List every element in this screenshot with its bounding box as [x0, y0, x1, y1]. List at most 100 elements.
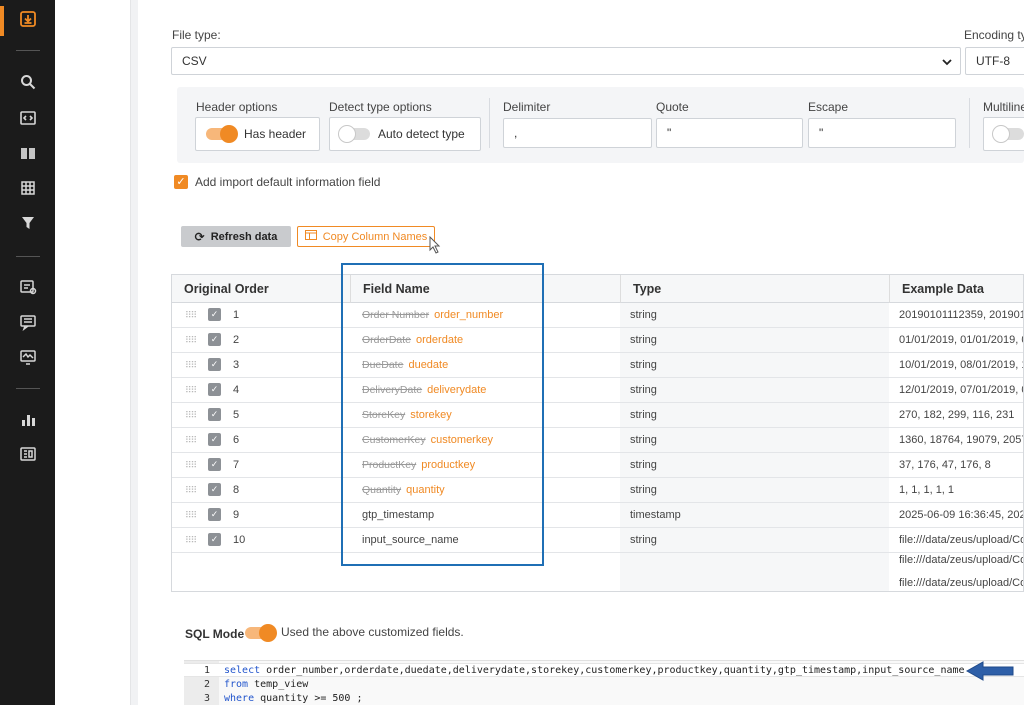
row-order: 10: [233, 534, 246, 546]
type-cell[interactable]: string: [630, 453, 657, 477]
type-cell[interactable]: string: [630, 378, 657, 402]
sql-mode-toggle[interactable]: [245, 624, 277, 642]
drag-handle-icon[interactable]: ⠿⠿: [185, 353, 197, 377]
content-gutter: [55, 0, 130, 705]
example-continuation: file:///data/zeus/upload/Co: [899, 554, 1024, 566]
type-cell[interactable]: string: [630, 528, 657, 552]
example-cell: 20190101112359, 201901: [899, 309, 1024, 321]
report-icon[interactable]: [14, 442, 42, 466]
row-order: 4: [233, 384, 240, 396]
drag-handle-icon[interactable]: ⠿⠿: [185, 478, 197, 502]
nav-separator: [16, 50, 40, 51]
funnel-icon[interactable]: [14, 211, 42, 235]
drag-handle-icon[interactable]: ⠿⠿: [185, 453, 197, 477]
sql-editor[interactable]: 1 select order_number,orderdate,duedate,…: [184, 660, 1024, 705]
options-divider: [489, 98, 490, 148]
workflow-icon[interactable]: [14, 275, 42, 299]
type-cell[interactable]: string: [630, 303, 657, 327]
copy-column-names-button[interactable]: Copy Column Names: [297, 226, 435, 247]
drag-handle-icon[interactable]: ⠿⠿: [185, 303, 197, 327]
multiline-label: Multiline: [983, 100, 1024, 114]
table-row[interactable]: ⠿⠿ ✓ 7 ProductKey productkey string 37, 176, 4…: [172, 453, 1023, 478]
refresh-data-button[interactable]: ⟳ Refresh data: [181, 226, 291, 247]
row-order: 9: [233, 509, 240, 521]
left-nav: [0, 0, 55, 705]
example-cell: 01/01/2019, 01/01/2019, 0: [899, 334, 1024, 346]
fields-table: Original Order Field Name Type Example D…: [171, 274, 1024, 592]
table-row[interactable]: ⠿⠿ ✓ 1 Order Number order_number string 201901…: [172, 303, 1024, 328]
row-checkbox[interactable]: ✓: [208, 383, 221, 396]
columns-icon: [304, 230, 317, 243]
type-cell[interactable]: string: [630, 403, 657, 427]
type-cell[interactable]: string: [630, 428, 657, 452]
col-original-order[interactable]: Original Order: [172, 275, 350, 303]
table-row[interactable]: ⠿⠿ ✓ 2 OrderDate orderdate string 01/01/2019, …: [172, 328, 1024, 353]
nav-separator: [16, 256, 40, 257]
drag-handle-icon[interactable]: ⠿⠿: [185, 428, 197, 452]
type-cell[interactable]: string: [630, 353, 657, 377]
nav-active-indicator: [0, 6, 4, 36]
book-icon[interactable]: [14, 141, 42, 165]
table-row[interactable]: ⠿⠿ ✓ 6 CustomerKey customerkey string 1360, 18…: [172, 428, 1023, 453]
mouse-cursor-icon: [428, 235, 444, 257]
type-cell[interactable]: string: [630, 478, 657, 502]
import-default-checkbox[interactable]: ✓: [174, 175, 188, 189]
type-cell[interactable]: string: [630, 328, 657, 352]
row-order: 7: [233, 459, 240, 471]
delimiter-input[interactable]: ,: [503, 118, 652, 148]
chevron-down-icon: [942, 57, 952, 69]
escape-value: ": [819, 126, 824, 140]
col-example-data[interactable]: Example Data: [889, 275, 1023, 303]
row-checkbox[interactable]: ✓: [208, 408, 221, 421]
quote-input[interactable]: ": [656, 118, 803, 148]
escape-input[interactable]: ": [808, 118, 956, 148]
quote-label: Quote: [656, 100, 689, 114]
auto-detect-toggle[interactable]: Auto detect type: [329, 117, 481, 151]
delimiter-label: Delimiter: [503, 100, 551, 114]
row-checkbox[interactable]: ✓: [208, 358, 221, 371]
file-type-select[interactable]: CSV: [171, 47, 961, 75]
example-cell: 37, 176, 47, 176, 8: [899, 459, 991, 471]
example-cell: 12/01/2019, 07/01/2019, 0: [899, 384, 1024, 396]
table-row[interactable]: ⠿⠿ ✓ 8 Quantity quantity string 1, 1, 1, 1, 1: [172, 478, 1023, 503]
row-checkbox[interactable]: ✓: [208, 333, 221, 346]
row-checkbox[interactable]: ✓: [208, 533, 221, 546]
encoding-value: UTF-8: [976, 54, 1010, 68]
code-icon[interactable]: [14, 106, 42, 130]
file-type-label: File type:: [172, 28, 221, 42]
header-options-label: Header options: [196, 100, 278, 114]
monitor-icon[interactable]: [14, 345, 42, 369]
row-checkbox[interactable]: ✓: [208, 433, 221, 446]
multiline-toggle[interactable]: [983, 117, 1024, 151]
drag-handle-icon[interactable]: ⠿⠿: [185, 378, 197, 402]
type-cell[interactable]: timestamp: [630, 503, 681, 527]
table-row[interactable]: ⠿⠿ ✓ 5 StoreKey storekey string 270, 182, 299,…: [172, 403, 1023, 428]
search-icon[interactable]: [14, 70, 42, 94]
options-divider: [969, 98, 970, 148]
encoding-select[interactable]: UTF-8: [965, 47, 1024, 75]
example-cell: 270, 182, 299, 116, 231: [899, 409, 1015, 421]
import-icon[interactable]: [14, 7, 42, 31]
drag-handle-icon[interactable]: ⠿⠿: [185, 528, 197, 552]
escape-label: Escape: [808, 100, 849, 114]
row-checkbox[interactable]: ✓: [208, 483, 221, 496]
drag-handle-icon[interactable]: ⠿⠿: [185, 403, 197, 427]
table-row[interactable]: ⠿⠿ ✓ 4 DeliveryDate deliverydate string 12/01/…: [172, 378, 1024, 403]
drag-handle-icon[interactable]: ⠿⠿: [185, 503, 197, 527]
drag-handle-icon[interactable]: ⠿⠿: [185, 328, 197, 352]
row-checkbox[interactable]: ✓: [208, 508, 221, 521]
table-icon[interactable]: [14, 176, 42, 200]
has-header-toggle[interactable]: Has header: [195, 117, 320, 151]
table-row[interactable]: ⠿⠿ ✓ 10 input_source_name string file:///data…: [172, 528, 1023, 553]
example-continuation: file:///data/zeus/upload/Co: [899, 577, 1024, 589]
message-icon[interactable]: [14, 310, 42, 334]
row-checkbox[interactable]: ✓: [208, 308, 221, 321]
row-checkbox[interactable]: ✓: [208, 458, 221, 471]
encoding-label: Encoding ty: [964, 28, 1024, 42]
table-row[interactable]: ⠿⠿ ✓ 9 gtp_timestamp timestamp 2025-06-09 16:…: [172, 503, 1023, 528]
example-cell: 10/01/2019, 08/01/2019, 1: [899, 359, 1024, 371]
bar-chart-icon[interactable]: [14, 408, 42, 432]
col-type[interactable]: Type: [620, 275, 889, 303]
toggle-switch: [206, 125, 238, 143]
table-row[interactable]: ⠿⠿ ✓ 3 DueDate duedate string 10/01/2019, 08/0…: [172, 353, 1024, 378]
